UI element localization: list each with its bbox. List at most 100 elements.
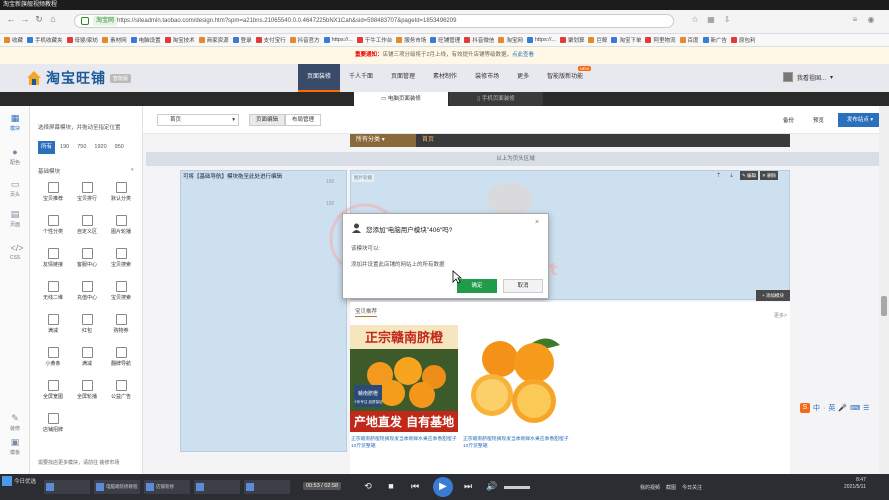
bookmark-item[interactable]: 淘宝技术 bbox=[164, 36, 195, 44]
bookmark-item[interactable]: 支付宝行 bbox=[255, 36, 286, 44]
sidebar-item-modules[interactable]: ▦ 模块 bbox=[0, 114, 30, 133]
sidebar-item-header[interactable]: ▭ 页头 bbox=[0, 180, 30, 199]
ime-english[interactable]: 英 bbox=[828, 403, 835, 413]
width-750[interactable]: 750 bbox=[74, 141, 89, 154]
bookmark-item[interactable]: 旺铺管理 bbox=[430, 36, 460, 44]
sidebar-item-css[interactable]: </> CSS bbox=[0, 244, 30, 262]
home-icon[interactable]: ⌂ bbox=[48, 14, 58, 24]
task-item[interactable]: 店铺装修 bbox=[144, 480, 190, 494]
task-item[interactable] bbox=[244, 480, 290, 494]
nav-new-features[interactable]: 智能版新功能 NEW bbox=[538, 64, 592, 92]
module-item[interactable]: 默认分类 bbox=[104, 180, 138, 207]
nav-more[interactable]: 更多 bbox=[508, 64, 538, 92]
task-item[interactable] bbox=[44, 480, 90, 494]
product-name-1[interactable]: 正宗赣南脐橙现摘现发当季新鲜水果应季香甜橙子10斤装整箱 bbox=[351, 436, 459, 450]
bookmark-item[interactable]: 淘宝网 bbox=[498, 36, 523, 44]
backup-button[interactable]: 备份 bbox=[783, 116, 794, 124]
page-edit-button[interactable]: 页面编辑 bbox=[249, 114, 286, 126]
task-item[interactable] bbox=[194, 480, 240, 494]
screenshot-link[interactable]: 截图 bbox=[666, 484, 676, 491]
bookmark-item[interactable]: 素材网 bbox=[102, 36, 127, 44]
notice-link[interactable]: 点此查看 bbox=[512, 52, 534, 58]
bookmark-item[interactable]: 聚划算 bbox=[559, 36, 584, 44]
collapse-icon[interactable]: ▾ bbox=[131, 167, 134, 173]
nav-page-decorate[interactable]: 页面装修 bbox=[298, 64, 341, 92]
module-item[interactable]: 充值中心 bbox=[70, 279, 104, 306]
module-item[interactable]: 友情链接 bbox=[36, 246, 70, 273]
module-item[interactable]: 满减 bbox=[70, 345, 104, 372]
follow-link[interactable]: 今日关注 bbox=[682, 484, 702, 491]
bookmark-item[interactable]: https://... bbox=[323, 37, 353, 43]
user-menu[interactable]: 我看祖国... ▾ bbox=[783, 72, 833, 82]
module-item[interactable]: 购物券 bbox=[104, 312, 138, 339]
stop-icon[interactable]: ■ bbox=[385, 480, 397, 492]
address-bar[interactable]: 淘宝网 https://siteadmin.taobao.com/design.… bbox=[74, 14, 674, 28]
bookmark-item[interactable]: 原包利 bbox=[731, 36, 756, 44]
preview-button[interactable]: 预览 bbox=[813, 116, 824, 124]
delete-button[interactable]: ✕ 删除 bbox=[760, 171, 779, 180]
tab-pc[interactable]: ▭ 电脑页面装修 bbox=[354, 92, 448, 106]
nav-assets[interactable]: 素材制作 bbox=[424, 64, 466, 92]
url-text[interactable]: https://siteadmin.taobao.com/design.htm?… bbox=[117, 15, 456, 27]
more-link[interactable]: 更多> bbox=[774, 312, 787, 319]
category-button[interactable]: 所有分类 ▾ bbox=[350, 134, 416, 147]
bookmark-item[interactable]: 阿里物流 bbox=[645, 36, 676, 44]
previous-icon[interactable]: ⏮ bbox=[409, 480, 421, 492]
scrollbar-thumb[interactable] bbox=[881, 296, 887, 316]
module-item[interactable]: 全屏轮播 bbox=[70, 378, 104, 405]
sidebar-item-colors[interactable]: ● 配色 bbox=[0, 148, 30, 167]
module-item[interactable]: 店铺招牌 bbox=[36, 411, 70, 438]
task-item[interactable]: 电脑端装修教程 bbox=[94, 480, 140, 494]
bookmark-item[interactable]: 母婴/家纺 bbox=[66, 36, 98, 44]
my-videos-link[interactable]: 我的视频 bbox=[640, 484, 660, 491]
ime-lang[interactable]: 中 bbox=[813, 403, 820, 413]
volume-icon[interactable]: 🔊 bbox=[486, 480, 498, 492]
reload-icon[interactable]: ↻ bbox=[34, 14, 44, 24]
module-item[interactable]: 满减 bbox=[36, 312, 70, 339]
extension-icon[interactable]: ▦ bbox=[706, 15, 716, 25]
loop-icon[interactable]: ⟲ bbox=[362, 480, 374, 492]
module-item[interactable]: 全屏宽图 bbox=[36, 378, 70, 405]
module-item[interactable]: 小黄条 bbox=[36, 345, 70, 372]
star-icon[interactable]: ☆ bbox=[690, 15, 700, 25]
volume-slider[interactable] bbox=[504, 486, 530, 489]
start-area[interactable]: 今日优选 bbox=[2, 476, 36, 486]
menu-icon[interactable]: ≡ bbox=[850, 15, 860, 25]
keyboard-icon[interactable]: ⌨ bbox=[850, 404, 860, 412]
module-item[interactable]: 公益广告 bbox=[104, 378, 138, 405]
scrollbar[interactable] bbox=[879, 106, 889, 474]
nav-personalize[interactable]: 千人千面 bbox=[340, 64, 382, 92]
width-950[interactable]: 950 bbox=[112, 141, 127, 154]
add-module-button[interactable]: + 添加模块 bbox=[756, 290, 790, 301]
publish-button[interactable]: 发布站点 ▾ bbox=[838, 113, 882, 127]
bookmark-item[interactable]: 登录 bbox=[232, 36, 252, 44]
bookmark-item[interactable]: 电脑设置 bbox=[130, 36, 161, 44]
product-name-2[interactable]: 正宗赣南脐橙现摘现发当季新鲜水果应季香甜橙子10斤装整箱 bbox=[463, 436, 571, 450]
next-icon[interactable]: ⏭ bbox=[462, 480, 474, 492]
bookmark-item[interactable]: https://... bbox=[526, 37, 556, 43]
product-image-1[interactable]: 正宗赣南脐橙 赣南脐橙 十年专注 品质保证 产地直发 自有基地 bbox=[350, 325, 458, 432]
module-item[interactable]: 翻牌导航 bbox=[104, 345, 138, 372]
width-190[interactable]: 190 bbox=[57, 141, 72, 154]
module-item[interactable]: 无线二维 bbox=[36, 279, 70, 306]
left-drop-zone[interactable] bbox=[180, 170, 347, 452]
forward-icon[interactable]: → bbox=[20, 14, 30, 24]
tab-mobile[interactable]: ▯ 手机页面装修 bbox=[449, 92, 543, 106]
ime-menu-icon[interactable]: ☰ bbox=[863, 404, 869, 412]
nav-market[interactable]: 装修市场 bbox=[466, 64, 508, 92]
bookmark-item[interactable]: 巨鲸 bbox=[588, 36, 607, 44]
bookmark-item[interactable]: 百度 bbox=[679, 36, 699, 44]
sogou-icon[interactable]: S bbox=[800, 403, 810, 413]
bookmark-item[interactable]: 抖音微信 bbox=[464, 36, 494, 44]
module-item[interactable]: 自定义区 bbox=[70, 213, 104, 240]
module-item[interactable]: 客服中心 bbox=[70, 246, 104, 273]
bookmark-item[interactable]: 服务市场 bbox=[396, 36, 426, 44]
sidebar-item-decorate[interactable]: ✎ 装修 bbox=[0, 414, 30, 433]
layout-button[interactable]: 布局管理 bbox=[285, 114, 322, 126]
ok-button[interactable]: 确定 bbox=[457, 279, 497, 293]
module-item[interactable]: 宝贝排行 bbox=[70, 180, 104, 207]
home-link[interactable]: 首页 bbox=[422, 134, 462, 147]
module-item[interactable]: 红包 bbox=[70, 312, 104, 339]
bookmark-item[interactable]: 淘宝下单 bbox=[611, 36, 641, 44]
page-select[interactable]: 首页 ▾ bbox=[157, 114, 239, 126]
